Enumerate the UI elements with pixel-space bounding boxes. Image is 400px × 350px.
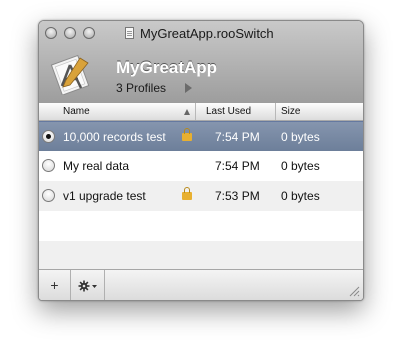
profile-size: 0 bytes [281, 189, 320, 203]
column-header-name[interactable]: Name [63, 103, 90, 120]
empty-row [39, 241, 363, 271]
profile-radio[interactable] [42, 159, 55, 172]
minimize-button[interactable] [64, 27, 76, 39]
profiles-disclosure-icon[interactable] [185, 83, 192, 93]
lock-icon[interactable] [182, 128, 192, 141]
bottom-toolbar: + [39, 269, 363, 300]
gear-icon [78, 280, 97, 292]
profiles-table: 10,000 records test 7:54 PM 0 bytes My r… [39, 121, 363, 271]
add-profile-button[interactable]: + [39, 270, 70, 300]
profile-size: 0 bytes [281, 130, 320, 144]
profile-name: v1 upgrade test [63, 189, 146, 203]
profile-size: 0 bytes [281, 159, 320, 173]
app-window: MyGreatApp.rooSwitch MyGreatApp 3 Profil… [38, 20, 364, 301]
toolbar-divider [104, 270, 105, 300]
profile-last-used: 7:53 PM [215, 189, 260, 203]
column-header-size[interactable]: Size [281, 103, 300, 120]
column-divider[interactable] [275, 103, 276, 120]
profile-last-used: 7:54 PM [215, 159, 260, 173]
radio-dot [46, 134, 51, 139]
resize-grip-icon[interactable] [348, 285, 360, 297]
empty-row [39, 211, 363, 241]
profiles-count: 3 Profiles [116, 81, 167, 95]
app-icon [50, 54, 90, 95]
close-button[interactable] [45, 27, 57, 39]
window-title: MyGreatApp.rooSwitch [140, 26, 274, 41]
profile-name: My real data [63, 159, 130, 173]
table-row[interactable]: 10,000 records test 7:54 PM 0 bytes [39, 121, 363, 151]
app-name: MyGreatApp [116, 58, 218, 77]
action-menu-button[interactable] [71, 270, 104, 300]
profile-radio[interactable] [42, 130, 55, 143]
profile-last-used: 7:54 PM [215, 130, 260, 144]
title-bar: MyGreatApp.rooSwitch MyGreatApp 3 Profil… [39, 21, 363, 103]
zoom-button[interactable] [83, 27, 95, 39]
lock-icon[interactable] [182, 187, 192, 200]
column-header-last-used[interactable]: Last Used [206, 103, 251, 120]
sort-ascending-icon [184, 109, 190, 115]
table-row[interactable]: My real data 7:54 PM 0 bytes [39, 151, 363, 181]
column-divider[interactable] [195, 103, 196, 120]
document-icon[interactable] [125, 27, 134, 39]
profile-name: 10,000 records test [63, 130, 166, 144]
profile-radio[interactable] [42, 189, 55, 202]
table-row[interactable]: v1 upgrade test 7:53 PM 0 bytes [39, 181, 363, 211]
table-header: Name Last Used Size [39, 103, 363, 121]
